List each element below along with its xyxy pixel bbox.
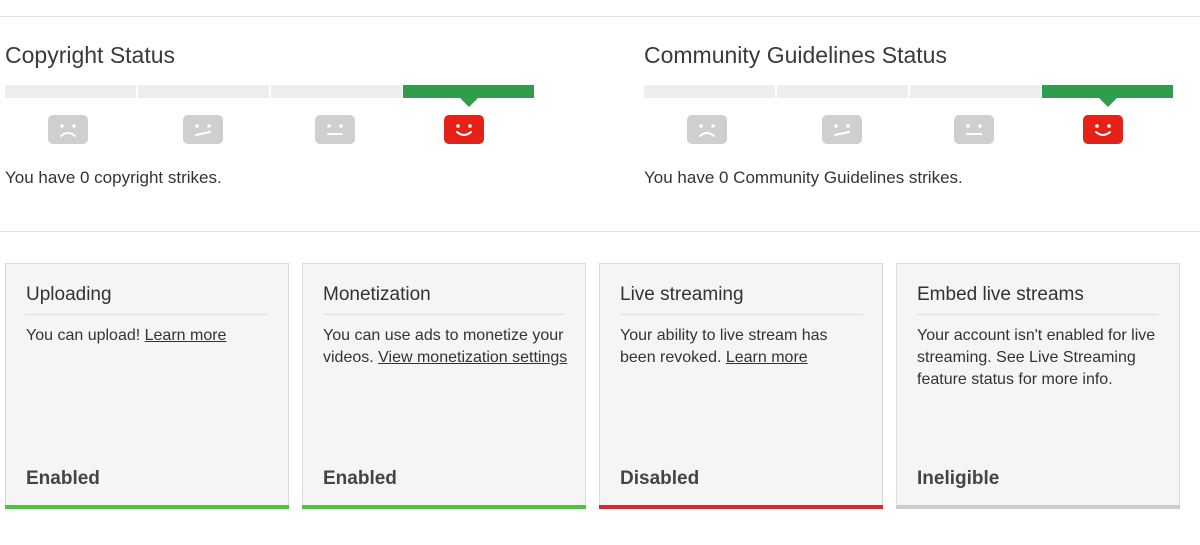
happy-face-icon bbox=[1083, 115, 1123, 144]
card-description: You can use ads to monetize your videos.… bbox=[323, 325, 569, 369]
neutral-face-icon bbox=[315, 115, 355, 144]
card-status: Enabled bbox=[323, 468, 397, 489]
card-status: Ineligible bbox=[917, 468, 1000, 489]
card-description: You can upload! Learn more bbox=[26, 325, 272, 347]
status-bar bbox=[5, 505, 289, 509]
card-divider bbox=[26, 314, 268, 315]
happy-face-icon bbox=[444, 115, 484, 144]
feature-card-uploading: Uploading You can upload! Learn more Ena… bbox=[5, 263, 289, 509]
community-strikes-message: You have 0 Community Guidelines strikes. bbox=[644, 168, 963, 187]
meter-segment bbox=[138, 85, 269, 98]
top-divider bbox=[0, 16, 1200, 17]
card-title: Monetization bbox=[323, 284, 431, 305]
card-divider bbox=[620, 314, 862, 315]
view-monetization-settings-link[interactable]: View monetization settings bbox=[378, 349, 567, 366]
feature-card-embed-live-streams: Embed live streams Your account isn't en… bbox=[896, 263, 1180, 509]
copyright-status-title: Copyright Status bbox=[5, 42, 176, 68]
feature-card-monetization: Monetization You can use ads to monetize… bbox=[302, 263, 586, 509]
card-description: Your account isn't enabled for live stre… bbox=[917, 325, 1163, 391]
meter-segment bbox=[5, 85, 136, 98]
feature-card-live-streaming: Live streaming Your ability to live stre… bbox=[599, 263, 883, 509]
copyright-status-section: Copyright Status You have 0 copyright st… bbox=[5, 40, 535, 187]
status-bar bbox=[896, 505, 1180, 509]
community-strike-meter bbox=[644, 85, 1174, 107]
card-divider bbox=[917, 314, 1159, 315]
community-status-section: Community Guidelines Status You have 0 C… bbox=[644, 40, 1174, 187]
card-title: Embed live streams bbox=[917, 284, 1084, 305]
meh-face-icon bbox=[822, 115, 862, 144]
learn-more-link[interactable]: Learn more bbox=[145, 327, 227, 344]
middle-divider bbox=[0, 231, 1200, 232]
meh-face-icon bbox=[183, 115, 223, 144]
copyright-strike-meter bbox=[5, 85, 535, 107]
meter-segment bbox=[644, 85, 775, 98]
status-bar bbox=[302, 505, 586, 509]
card-text: You can upload! bbox=[26, 327, 145, 344]
meter-segment bbox=[271, 85, 402, 98]
meter-segment bbox=[777, 85, 908, 98]
card-status: Enabled bbox=[26, 468, 100, 489]
card-text: Your account isn't enabled for live stre… bbox=[917, 327, 1156, 388]
card-title: Uploading bbox=[26, 284, 112, 305]
sad-face-icon bbox=[48, 115, 88, 144]
sad-face-icon bbox=[687, 115, 727, 144]
meter-segment bbox=[910, 85, 1041, 98]
learn-more-link[interactable]: Learn more bbox=[726, 349, 808, 366]
card-title: Live streaming bbox=[620, 284, 744, 305]
status-bar bbox=[599, 505, 883, 509]
card-description: Your ability to live stream has been rev… bbox=[620, 325, 866, 369]
copyright-strikes-message: You have 0 copyright strikes. bbox=[5, 168, 222, 187]
community-status-title: Community Guidelines Status bbox=[644, 42, 947, 68]
meter-segment-active bbox=[403, 85, 534, 107]
meter-segment-active bbox=[1042, 85, 1173, 107]
card-status: Disabled bbox=[620, 468, 700, 489]
card-divider bbox=[323, 314, 565, 315]
neutral-face-icon bbox=[954, 115, 994, 144]
